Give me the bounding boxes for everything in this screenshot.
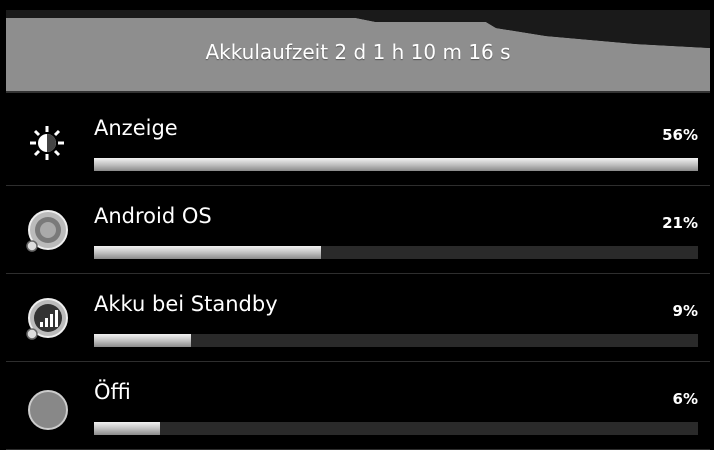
usage-bar bbox=[94, 422, 698, 435]
usage-bar-fill bbox=[94, 422, 161, 435]
battery-graph[interactable]: Akkulaufzeit 2 d 1 h 10 m 16 s bbox=[6, 0, 710, 98]
battery-runtime-label: Akkulaufzeit 2 d 1 h 10 m 16 s bbox=[205, 40, 511, 64]
item-percent: 6% bbox=[672, 390, 698, 408]
usage-bar bbox=[94, 246, 698, 259]
usage-bar bbox=[94, 334, 698, 347]
brightness-icon bbox=[30, 126, 64, 160]
usage-bar-fill bbox=[94, 334, 191, 347]
item-percent: 21% bbox=[662, 214, 698, 232]
list-item[interactable]: Akku bei Standby 9% bbox=[6, 274, 710, 362]
usage-list: Anzeige 56% Android OS 21% Akku bei Stan… bbox=[6, 98, 710, 450]
item-name: Öffi bbox=[94, 380, 131, 404]
list-item[interactable]: Android OS 21% bbox=[6, 186, 710, 274]
list-item[interactable]: Anzeige 56% bbox=[6, 98, 710, 186]
item-percent: 56% bbox=[662, 126, 698, 144]
item-name: Android OS bbox=[94, 204, 212, 228]
android-os-icon bbox=[26, 210, 68, 252]
item-name: Anzeige bbox=[94, 116, 178, 140]
usage-bar bbox=[94, 158, 698, 171]
standby-signal-icon bbox=[26, 298, 68, 340]
usage-bar-fill bbox=[94, 158, 698, 171]
usage-bar-fill bbox=[94, 246, 321, 259]
item-name: Akku bei Standby bbox=[94, 292, 278, 316]
item-percent: 9% bbox=[672, 302, 698, 320]
app-icon bbox=[28, 390, 68, 430]
list-item[interactable]: Öffi 6% bbox=[6, 362, 710, 450]
